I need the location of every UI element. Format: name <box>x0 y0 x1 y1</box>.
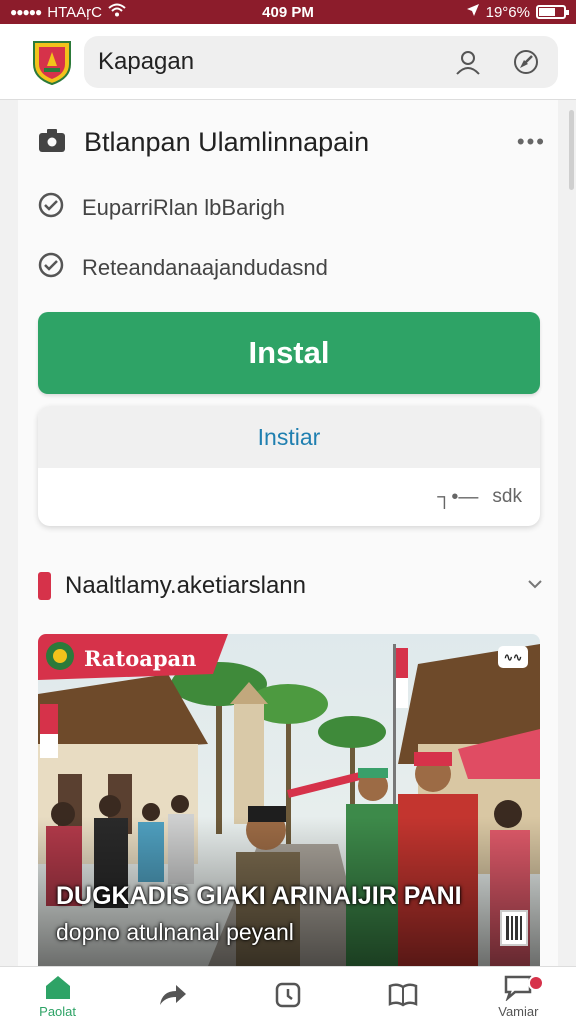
more-options-icon[interactable]: ••• <box>517 129 546 155</box>
tab-home[interactable]: Paolat <box>0 967 115 1024</box>
tab-library[interactable] <box>346 967 461 1024</box>
tab-messages[interactable]: Vamiar <box>461 967 576 1024</box>
share-icon <box>158 980 188 1010</box>
info-item-label: Reteandanaajandudasnd <box>82 255 328 280</box>
section-marker <box>38 572 51 600</box>
notification-badge <box>527 975 544 991</box>
bottom-nav: Paolat Vamiar <box>0 966 576 1024</box>
search-text[interactable]: Kapagan <box>98 48 428 76</box>
connector-icon: ┐•— <box>437 485 479 508</box>
camera-icon <box>38 127 66 158</box>
location-icon <box>466 3 480 21</box>
home-icon <box>44 972 72 1002</box>
hero-headline: DUGKADIS GIAKI ARINAIJIR PANI <box>56 882 462 910</box>
check-circle-icon <box>38 192 64 224</box>
hero-banner-label: Ratoapan <box>84 645 197 671</box>
info-title: Btlanpan Ulamlinnapain <box>84 126 370 157</box>
media-badge-icon[interactable]: ∿∿ <box>498 646 528 668</box>
install-card: Instiar ┐•— sdk <box>38 406 540 526</box>
scrollbar-thumb[interactable] <box>569 110 574 190</box>
compass-icon[interactable] <box>508 44 544 80</box>
wifi-icon <box>108 3 126 21</box>
install-card-footer: ┐•— sdk <box>38 468 540 526</box>
qr-code-icon[interactable] <box>500 910 528 946</box>
user-icon[interactable] <box>450 44 486 80</box>
section-header[interactable]: Naaltlamy.aketiarslann <box>38 566 544 606</box>
battery-icon <box>536 5 569 19</box>
signal-icon: ●●●●● <box>10 5 42 19</box>
search-bar[interactable]: Kapagan <box>84 35 558 88</box>
card-footer-label[interactable]: sdk <box>492 486 522 508</box>
tab-label: Vamiar <box>498 1004 539 1019</box>
hero-image[interactable]: Ratoapan ∿∿ DUGKADIS GIAKI ARINAIJIR PAN… <box>38 634 540 966</box>
carrier-label: HTAAŗC <box>47 3 102 21</box>
hero-caption: DUGKADIS GIAKI ARINAIJIR PANI dopno atul… <box>56 882 462 946</box>
check-circle-icon <box>38 252 64 284</box>
tab-label: Paolat <box>39 1004 77 1019</box>
status-bar: ●●●●● HTAAŗC 409 PM 19°6% <box>0 0 576 24</box>
clock-icon <box>274 980 302 1010</box>
section-title: Naaltlamy.aketiarslann <box>65 572 306 599</box>
tab-history[interactable] <box>230 967 345 1024</box>
tab-share[interactable] <box>115 967 230 1024</box>
book-icon <box>388 980 418 1010</box>
chevron-down-icon[interactable] <box>526 577 544 595</box>
info-item: EuparriRlan lbBarigh <box>38 190 538 226</box>
info-item: Reteandanaajandudasnd <box>38 250 538 286</box>
app-bar: Kapagan <box>0 24 576 100</box>
crest-logo-icon[interactable] <box>30 38 74 86</box>
install-button[interactable]: Instal <box>38 312 540 394</box>
install-card-button[interactable]: Instiar <box>38 406 540 468</box>
battery-percent: 19°6% <box>485 3 530 21</box>
info-item-label: EuparriRlan lbBarigh <box>82 195 285 220</box>
info-header: Btlanpan Ulamlinnapain ••• <box>38 120 546 164</box>
status-time: 409 PM <box>262 3 314 21</box>
hero-subtitle: dopno atulnanal peyanl <box>56 919 294 945</box>
main-content: Btlanpan Ulamlinnapain ••• EuparriRlan l… <box>18 100 558 966</box>
